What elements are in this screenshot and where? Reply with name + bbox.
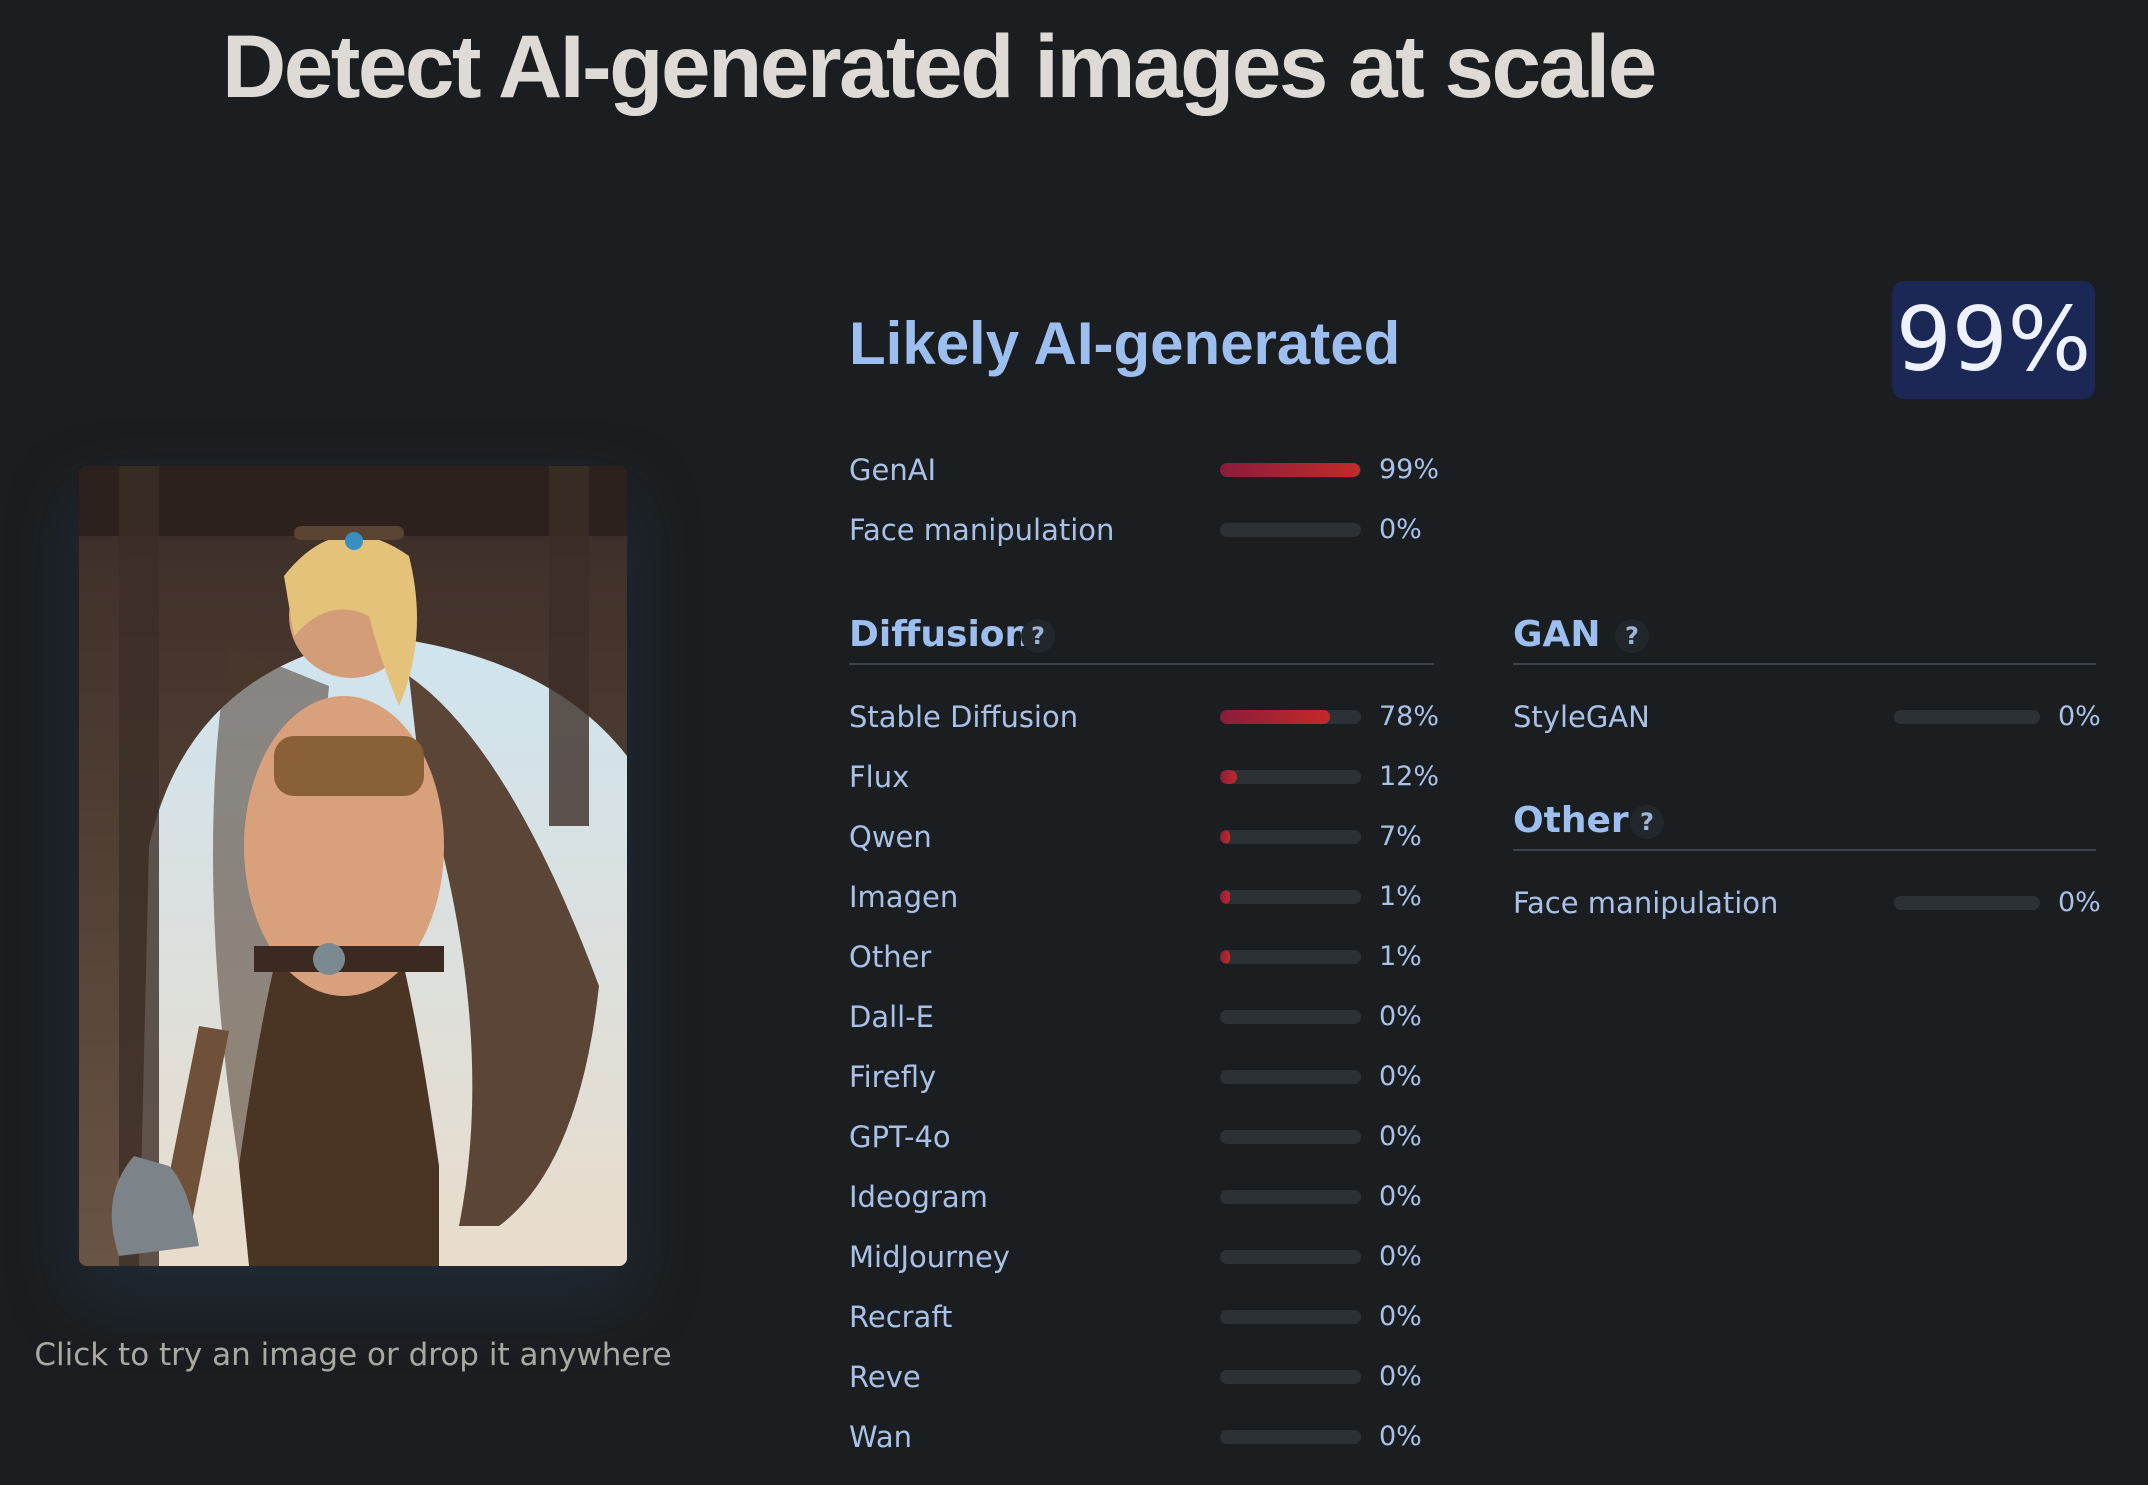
score-row: Recraft 0% (849, 1287, 1434, 1347)
score-row: Wan 0% (849, 1407, 1434, 1467)
score-percent: 0% (1379, 1121, 1422, 1152)
score-row: GenAI 99% (849, 440, 1439, 500)
score-label: Dall-E (849, 1000, 935, 1034)
image-preview-illustration (79, 466, 627, 1266)
score-bar (1220, 1250, 1361, 1264)
score-row: Firefly 0% (849, 1047, 1434, 1107)
score-row: Flux 12% (849, 747, 1439, 807)
score-label: Reve (849, 1360, 921, 1394)
score-percent: 12% (1379, 761, 1440, 792)
help-icon[interactable]: ? (1630, 805, 1664, 839)
score-row: Dall-E 0% (849, 987, 1434, 1047)
help-icon[interactable]: ? (1021, 619, 1055, 653)
score-row: Face manipulation 0% (849, 500, 1434, 560)
score-label: Recraft (849, 1300, 953, 1334)
help-icon[interactable]: ? (1615, 619, 1649, 653)
score-bar (1220, 710, 1361, 724)
score-percent: 0% (1379, 514, 1422, 545)
score-row: Other 1% (849, 927, 1434, 987)
score-label: Other (849, 940, 932, 974)
score-bar (1220, 1370, 1361, 1384)
score-label: Imagen (849, 880, 959, 914)
score-percent: 1% (1379, 881, 1422, 912)
score-row: Ideogram 0% (849, 1167, 1434, 1227)
section-title: GAN (1513, 614, 1601, 655)
score-bar (1220, 1130, 1361, 1144)
score-label: Ideogram (849, 1180, 988, 1214)
section-header-diffusion: Diffusion? (849, 607, 1434, 665)
score-percent: 0% (2058, 701, 2101, 732)
score-row: MidJourney 0% (849, 1227, 1434, 1287)
score-percent: 0% (1379, 1361, 1422, 1392)
score-label: GPT-4o (849, 1120, 951, 1154)
score-row: Stable Diffusion 78% (849, 687, 1439, 747)
score-label: Flux (849, 760, 910, 794)
score-bar-fill (1220, 950, 1230, 964)
score-label: Firefly (849, 1060, 937, 1094)
score-label: StyleGAN (1513, 700, 1650, 734)
score-row: Imagen 1% (849, 867, 1434, 927)
score-bar (1220, 1430, 1361, 1444)
score-bar-fill (1220, 890, 1230, 904)
score-row: GPT-4o 0% (849, 1107, 1434, 1167)
score-label: Wan (849, 1420, 912, 1454)
score-percent: 0% (1379, 1001, 1422, 1032)
score-bar (1220, 1010, 1361, 1024)
score-bar (1220, 523, 1361, 537)
score-label: Face manipulation (849, 513, 1115, 547)
score-bar (1220, 1070, 1361, 1084)
page-headline: Detect AI-generated images at scale (222, 16, 1657, 116)
score-badge: 99% (1892, 281, 2095, 399)
score-label: Qwen (849, 820, 932, 854)
score-bar (1220, 830, 1361, 844)
section-header-gan: GAN? (1513, 607, 2096, 665)
score-row: Qwen 7% (849, 807, 1434, 867)
score-bar (1220, 1190, 1361, 1204)
score-row: Reve 0% (849, 1347, 1434, 1407)
score-bar (1220, 770, 1361, 784)
score-percent: 78% (1379, 701, 1440, 732)
section-title: Other (1513, 800, 1629, 841)
score-label: Face manipulation (1513, 886, 1779, 920)
score-row: StyleGAN 0% (1513, 687, 2101, 747)
score-bar (1894, 896, 2040, 910)
score-percent: 99% (1379, 454, 1440, 485)
score-bar-fill (1220, 463, 1360, 477)
score-bar (1220, 1310, 1361, 1324)
score-bar-fill (1220, 830, 1230, 844)
upload-hint[interactable]: Click to try an image or drop it anywher… (0, 1337, 706, 1373)
score-percent: 7% (1379, 821, 1422, 852)
verdict-title: Likely AI-generated (849, 310, 1401, 377)
section-title: Diffusion (849, 614, 1031, 655)
score-row: Face manipulation 0% (1513, 873, 2101, 933)
score-label: GenAI (849, 453, 937, 487)
uploaded-image[interactable] (79, 466, 627, 1266)
score-bar-fill (1220, 770, 1237, 784)
score-percent: 0% (1379, 1241, 1422, 1272)
score-bar (1220, 890, 1361, 904)
score-percent: 0% (2058, 887, 2101, 918)
score-percent: 0% (1379, 1181, 1422, 1212)
score-label: Stable Diffusion (849, 700, 1079, 734)
score-bar-fill (1220, 710, 1330, 724)
score-bar (1220, 950, 1361, 964)
score-bar (1894, 710, 2040, 724)
score-percent: 0% (1379, 1421, 1422, 1452)
section-header-other: Other? (1513, 793, 2096, 851)
score-percent: 1% (1379, 941, 1422, 972)
score-bar (1220, 463, 1361, 477)
score-percent: 0% (1379, 1061, 1422, 1092)
score-label: MidJourney (849, 1240, 1010, 1274)
score-percent: 0% (1379, 1301, 1422, 1332)
